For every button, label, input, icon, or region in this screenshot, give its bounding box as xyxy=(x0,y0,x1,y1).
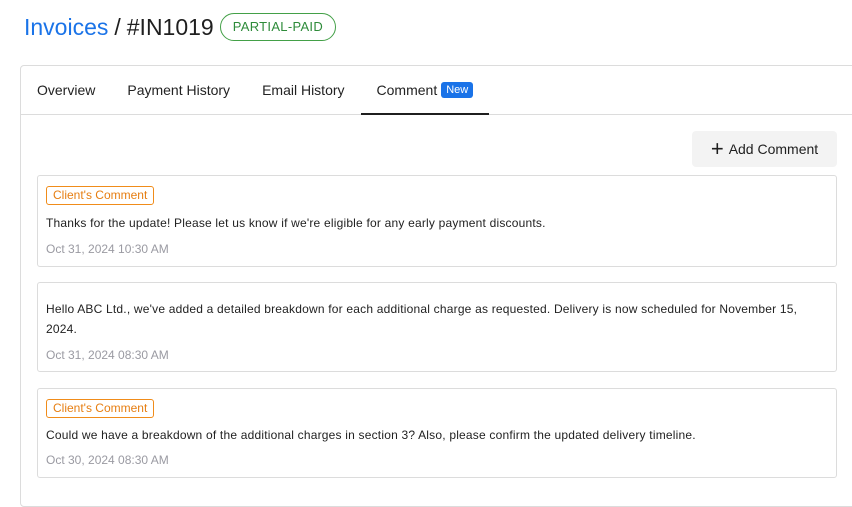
comment-text: Thanks for the update! Please let us kno… xyxy=(46,216,546,230)
tab-bar: Overview Payment History Email History C… xyxy=(21,66,852,115)
client-comment-tag: Client's Comment xyxy=(46,399,155,418)
comment-card: Client's Comment Could we have a breakdo… xyxy=(37,388,837,478)
comment-timestamp: Oct 31, 2024 08:30 AM xyxy=(46,348,169,362)
comment-text: Hello ABC Ltd., we've added a detailed b… xyxy=(46,302,798,336)
breadcrumb-invoices-link[interactable]: Invoices xyxy=(24,14,108,41)
add-comment-label: Add Comment xyxy=(728,141,819,157)
tab-email-history[interactable]: Email History xyxy=(246,66,360,114)
tab-payment-history-label: Payment History xyxy=(127,82,231,98)
breadcrumb: Invoices / #IN1019 PARTIAL-PAID xyxy=(24,12,337,42)
tab-comment-label: Comment xyxy=(376,81,438,98)
add-comment-button[interactable]: + Add Comment xyxy=(692,131,837,167)
comment-card: Hello ABC Ltd., we've added a detailed b… xyxy=(37,282,837,372)
status-badge: PARTIAL-PAID xyxy=(219,13,337,41)
tab-email-history-label: Email History xyxy=(262,82,345,98)
breadcrumb-separator: / xyxy=(114,13,121,40)
comment-timestamp: Oct 30, 2024 08:30 AM xyxy=(46,453,169,467)
comment-card: Client's Comment Thanks for the update! … xyxy=(37,175,837,267)
comment-timestamp: Oct 31, 2024 10:30 AM xyxy=(46,242,169,256)
tab-overview[interactable]: Overview xyxy=(21,66,111,114)
plus-icon: + xyxy=(710,136,724,161)
comment-text: Could we have a breakdown of the additio… xyxy=(46,428,696,442)
client-comment-tag: Client's Comment xyxy=(46,186,155,205)
tab-comment[interactable]: Comment New xyxy=(360,66,490,115)
invoice-id: #IN1019 xyxy=(126,13,214,40)
tab-payment-history[interactable]: Payment History xyxy=(111,66,246,114)
tab-overview-label: Overview xyxy=(37,82,96,98)
tab-new-badge: New xyxy=(441,81,474,98)
